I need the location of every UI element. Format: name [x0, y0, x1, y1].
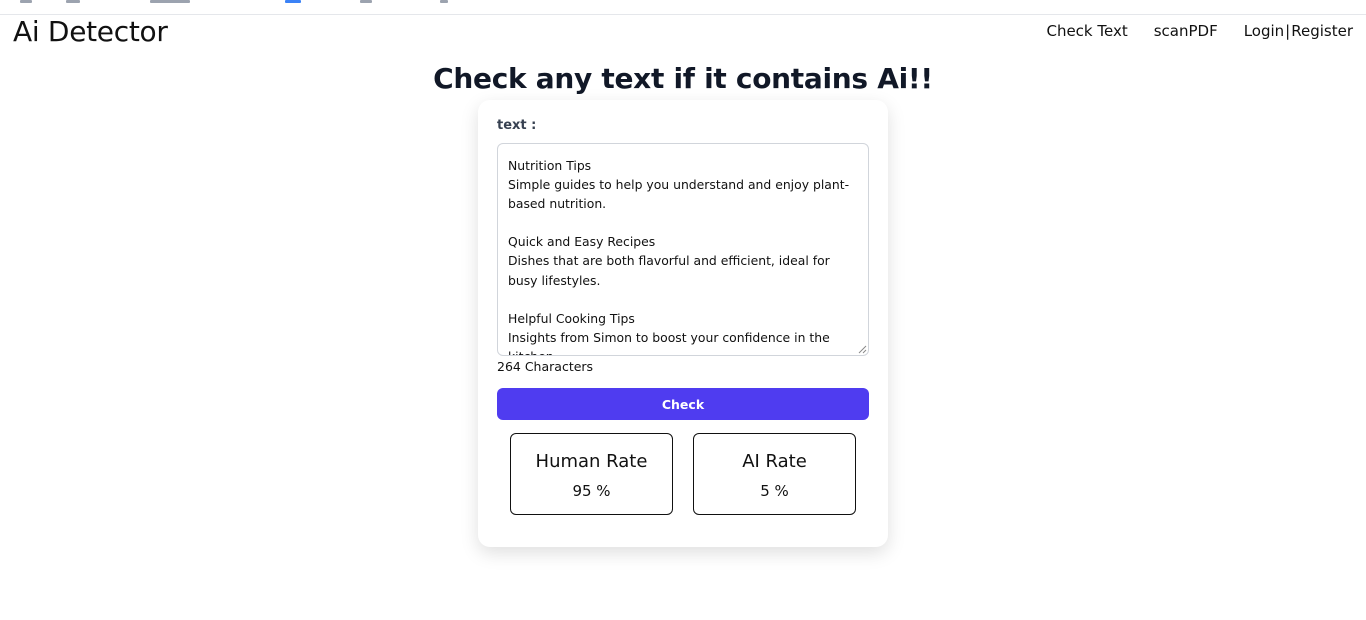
- text-input[interactable]: Nutrition Tips Simple guides to help you…: [497, 143, 869, 356]
- brand-logo[interactable]: Ai Detector: [13, 15, 168, 48]
- nav-scan-pdf-link[interactable]: scanPDF: [1154, 22, 1218, 40]
- toolbar-fragment: [20, 0, 32, 3]
- human-rate-card: Human Rate 95 %: [510, 433, 673, 515]
- character-count: 264 Characters: [497, 359, 594, 374]
- toolbar-fragment: [360, 0, 372, 3]
- toolbar-fragment: [66, 0, 80, 3]
- detector-card: text : Nutrition Tips Simple guides to h…: [478, 100, 888, 547]
- ai-rate-card: AI Rate 5 %: [693, 433, 856, 515]
- main-nav: Check Text scanPDF Login | Register: [1046, 22, 1353, 40]
- nav-login-link[interactable]: Login: [1244, 22, 1284, 40]
- browser-toolbar-strip: [0, 0, 1366, 15]
- human-rate-value: 95 %: [572, 482, 611, 500]
- auth-links: Login | Register: [1244, 22, 1353, 40]
- text-input-value[interactable]: Nutrition Tips Simple guides to help you…: [498, 144, 868, 355]
- check-button[interactable]: Check: [497, 388, 869, 420]
- page-title: Check any text if it contains Ai!!: [433, 62, 933, 95]
- nav-register-link[interactable]: Register: [1291, 22, 1353, 40]
- toolbar-fragment: [150, 0, 190, 3]
- nav-check-text-link[interactable]: Check Text: [1046, 22, 1127, 40]
- auth-separator: |: [1285, 22, 1291, 40]
- toolbar-fragment: [440, 0, 448, 3]
- resize-handle-icon[interactable]: [858, 345, 867, 354]
- toolbar-fragment: [285, 0, 301, 3]
- text-field-label: text :: [497, 118, 537, 133]
- human-rate-title: Human Rate: [535, 451, 648, 472]
- ai-rate-value: 5 %: [760, 482, 789, 500]
- ai-rate-title: AI Rate: [742, 451, 807, 472]
